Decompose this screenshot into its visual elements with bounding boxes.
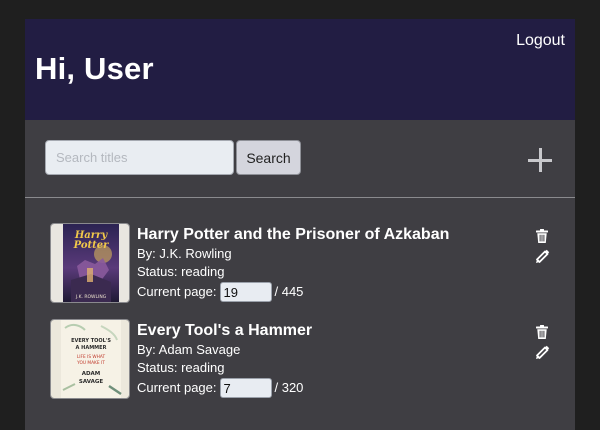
book-status: Status: reading [137, 264, 225, 279]
cover-line5: ADAM [82, 371, 101, 377]
add-book-button[interactable] [528, 147, 556, 175]
trash-icon [536, 325, 548, 339]
cover-title-line2: Potter [73, 240, 110, 251]
cover-line2: A HAMMER [76, 345, 107, 351]
trash-icon [536, 229, 548, 243]
current-page-row: Current page: / 445 [137, 282, 303, 302]
logout-link[interactable]: Logout [516, 32, 565, 50]
book-item: EVERY TOOL'S A HAMMER LIFE IS WHAT YOU M… [50, 319, 555, 403]
current-page-label: Current page: [137, 380, 217, 395]
pencil-icon [536, 249, 550, 263]
book-cover: Harry Potter J.K. ROWLING [50, 223, 130, 303]
current-page-label: Current page: [137, 284, 217, 299]
current-page-input[interactable] [219, 282, 272, 302]
current-page-input[interactable] [219, 378, 272, 398]
book-author: By: Adam Savage [137, 342, 241, 357]
greeting-heading: Hi, User [35, 51, 154, 86]
total-pages: / 445 [274, 284, 304, 299]
pencil-icon [536, 345, 550, 359]
delete-button[interactable] [534, 228, 550, 244]
cover-author: J.K. ROWLING [75, 294, 107, 300]
book-title[interactable]: Harry Potter and the Prisoner of Azkaban [137, 226, 449, 244]
book-author: By: J.K. Rowling [137, 246, 232, 261]
divider [25, 197, 575, 198]
cover-line1: EVERY TOOL'S [71, 338, 111, 344]
book-title[interactable]: Every Tool's a Hammer [137, 322, 312, 340]
book-item: Harry Potter J.K. ROWLING Harry Potter a… [50, 223, 555, 307]
book-cover: EVERY TOOL'S A HAMMER LIFE IS WHAT YOU M… [50, 319, 130, 399]
header: Hi, User Logout [25, 19, 575, 120]
cover-line6: SAVAGE [79, 379, 103, 385]
current-page-row: Current page: / 320 [137, 378, 303, 398]
total-pages: / 320 [274, 380, 304, 395]
edit-button[interactable] [534, 249, 550, 265]
search-button[interactable]: Search [236, 140, 301, 175]
book-status: Status: reading [137, 360, 225, 375]
edit-button[interactable] [534, 345, 550, 361]
delete-button[interactable] [534, 324, 550, 340]
search-input[interactable] [45, 140, 234, 175]
cover-line4: YOU MAKE IT [76, 360, 105, 366]
app-panel: Hi, User Logout Search titles Search Har… [25, 19, 575, 430]
cover-line3: LIFE IS WHAT [77, 354, 106, 360]
